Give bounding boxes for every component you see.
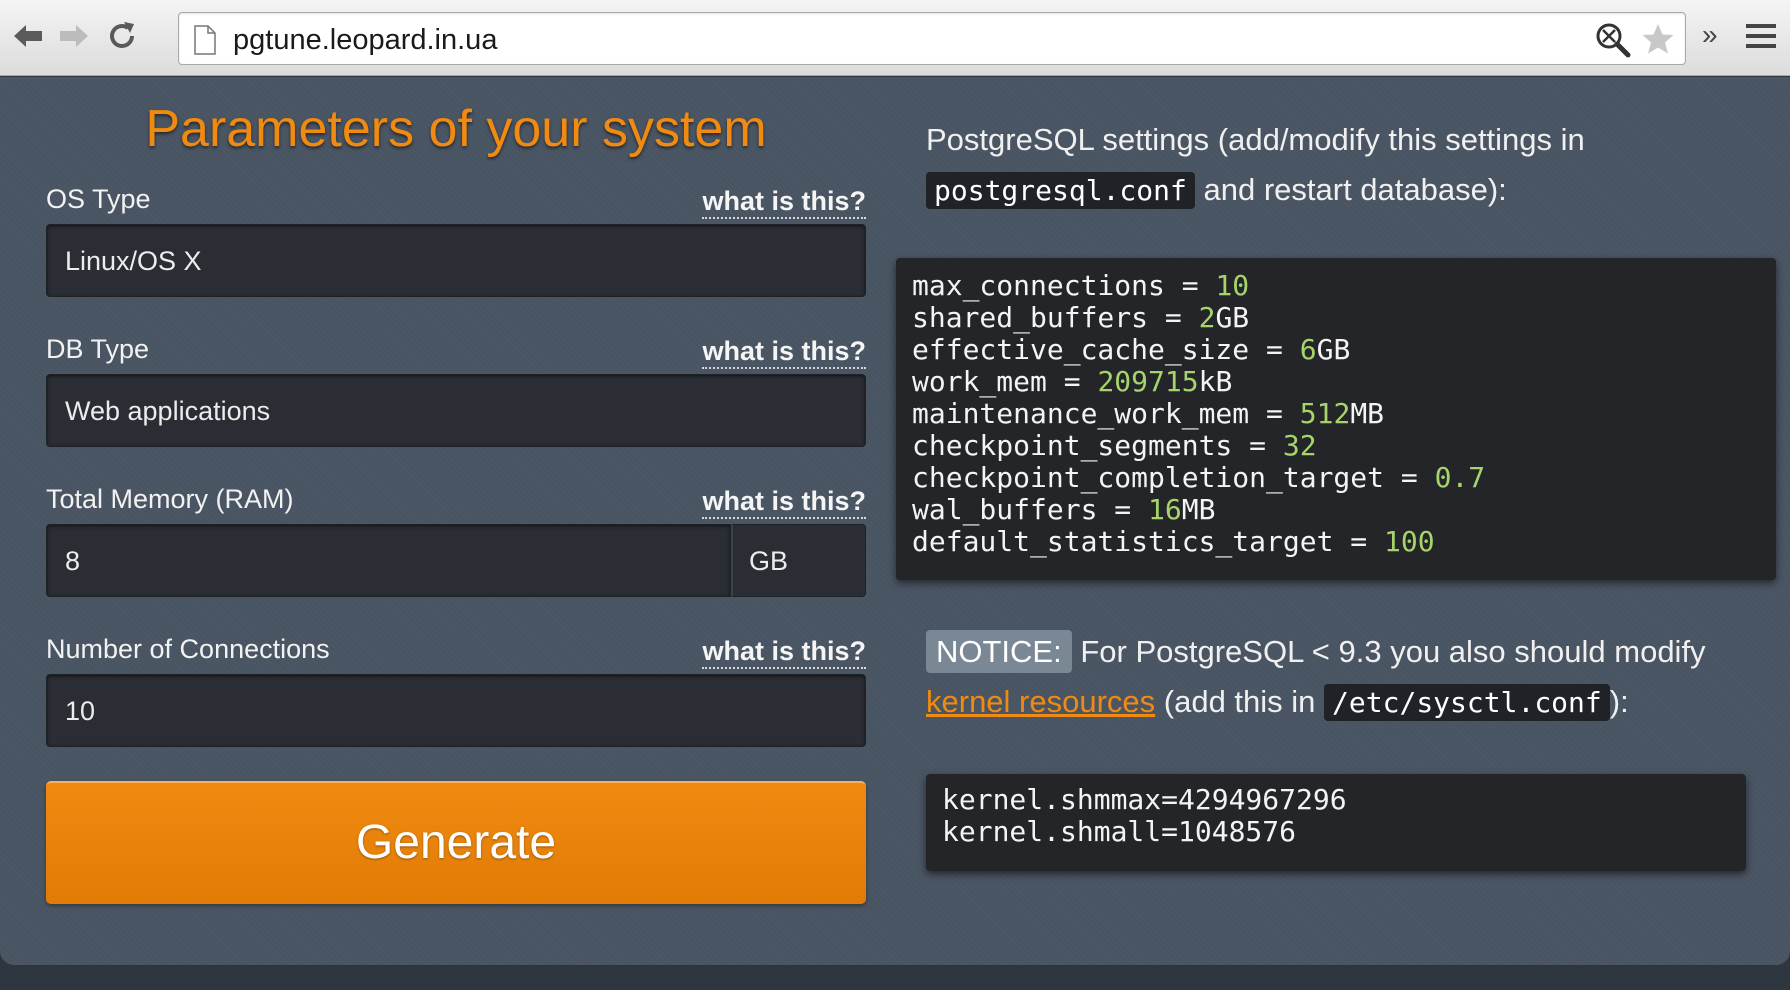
setting-line: wal_buffers = 16MB <box>912 494 1760 526</box>
settings-code-block: max_connections = 10 shared_buffers = 2GB… <box>896 258 1776 580</box>
reload-button[interactable] <box>100 14 144 58</box>
os-type-select[interactable]: Linux/OS X <box>46 224 866 297</box>
setting-key: maintenance_work_mem = <box>912 397 1300 430</box>
arrow-right-icon <box>60 25 88 47</box>
kernel-code-block: kernel.shmmax=4294967296 kernel.shmall=10… <box>926 774 1746 871</box>
setting-key: work_mem = <box>912 365 1098 398</box>
notice-mid: (add this in <box>1155 684 1325 719</box>
bookmark-star-icon[interactable] <box>1641 22 1675 56</box>
forward-button[interactable] <box>52 14 96 58</box>
page-icon <box>194 25 216 55</box>
setting-value: 209715 <box>1097 365 1199 398</box>
sysctl-conf-code: /etc/sysctl.conf <box>1324 684 1610 721</box>
setting-line: checkpoint_completion_target = 0.7 <box>912 462 1760 494</box>
setting-value: 6 <box>1299 333 1317 366</box>
setting-line: shared_buffers = 2GB <box>912 302 1760 334</box>
extensions-overflow-button[interactable]: » <box>1702 20 1718 50</box>
setting-unit: MB <box>1350 397 1385 430</box>
setting-unit: GB <box>1215 301 1250 334</box>
setting-unit: MB <box>1181 493 1216 526</box>
settings-intro-suffix: and restart database): <box>1194 172 1507 207</box>
notice-badge: NOTICE: <box>926 630 1072 673</box>
address-bar[interactable]: pgtune.leopard.in.ua <box>178 12 1686 65</box>
back-button[interactable] <box>6 14 50 58</box>
page-content: Parameters of your system OS Type what i… <box>0 77 1790 965</box>
setting-key: effective_cache_size = <box>912 333 1300 366</box>
connections-input[interactable]: 10 <box>46 674 866 747</box>
setting-unit: GB <box>1316 333 1351 366</box>
setting-key: shared_buffers = <box>912 301 1199 334</box>
arrow-left-icon <box>14 25 42 47</box>
os-type-help-link[interactable]: what is this? <box>702 185 866 219</box>
kernel-line: kernel.shmmax=4294967296 <box>942 783 1347 816</box>
notice-text: NOTICE: For PostgreSQL < 9.3 you also sh… <box>926 627 1776 728</box>
setting-value: 100 <box>1384 525 1435 558</box>
kernel-resources-link[interactable]: kernel resources <box>926 684 1155 719</box>
setting-key: checkpoint_segments = <box>912 429 1283 462</box>
db-type-help-link[interactable]: what is this? <box>702 335 866 369</box>
page-title: Parameters of your system <box>145 100 767 158</box>
db-type-select[interactable]: Web applications <box>46 374 866 447</box>
generate-button[interactable]: Generate <box>46 781 866 904</box>
kernel-line: kernel.shmall=1048576 <box>942 815 1297 848</box>
setting-line: work_mem = 209715kB <box>912 366 1760 398</box>
setting-value: 2 <box>1198 301 1216 334</box>
setting-value: 32 <box>1282 429 1317 462</box>
setting-key: checkpoint_completion_target = <box>912 461 1435 494</box>
memory-input[interactable]: 8 <box>46 524 731 597</box>
memory-unit-select[interactable]: GB <box>731 524 866 597</box>
setting-key: wal_buffers = <box>912 493 1149 526</box>
setting-line: max_connections = 10 <box>912 270 1760 302</box>
memory-label: Total Memory (RAM) <box>46 484 294 514</box>
setting-line: effective_cache_size = 6GB <box>912 334 1760 366</box>
setting-line: checkpoint_segments = 32 <box>912 430 1760 462</box>
connections-label: Number of Connections <box>46 634 330 664</box>
notice-body: For PostgreSQL < 9.3 you also should mod… <box>1071 634 1706 669</box>
hamburger-menu-icon[interactable] <box>1746 22 1776 50</box>
os-type-label: OS Type <box>46 184 151 214</box>
setting-value: 0.7 <box>1434 461 1486 494</box>
setting-line: maintenance_work_mem = 512MB <box>912 398 1760 430</box>
setting-key: max_connections = <box>912 269 1216 302</box>
setting-value: 512 <box>1299 397 1351 430</box>
setting-unit: kB <box>1198 365 1233 398</box>
zoom-icon[interactable] <box>1595 22 1631 58</box>
setting-key: default_statistics_target = <box>912 525 1385 558</box>
setting-line: default_statistics_target = 100 <box>912 526 1760 558</box>
connections-help-link[interactable]: what is this? <box>702 635 866 669</box>
memory-help-link[interactable]: what is this? <box>702 485 866 519</box>
postgresql-conf-code: postgresql.conf <box>926 172 1195 209</box>
settings-intro-text: PostgreSQL settings (add/modify this set… <box>926 122 1585 157</box>
browser-toolbar: pgtune.leopard.in.ua » <box>0 0 1790 76</box>
setting-value: 16 <box>1148 493 1182 526</box>
reload-icon <box>110 22 134 48</box>
notice-end: ): <box>1609 684 1629 719</box>
setting-value: 10 <box>1215 269 1250 302</box>
settings-intro: PostgreSQL settings (add/modify this set… <box>926 115 1776 216</box>
url-text: pgtune.leopard.in.ua <box>233 24 498 56</box>
db-type-label: DB Type <box>46 334 150 364</box>
